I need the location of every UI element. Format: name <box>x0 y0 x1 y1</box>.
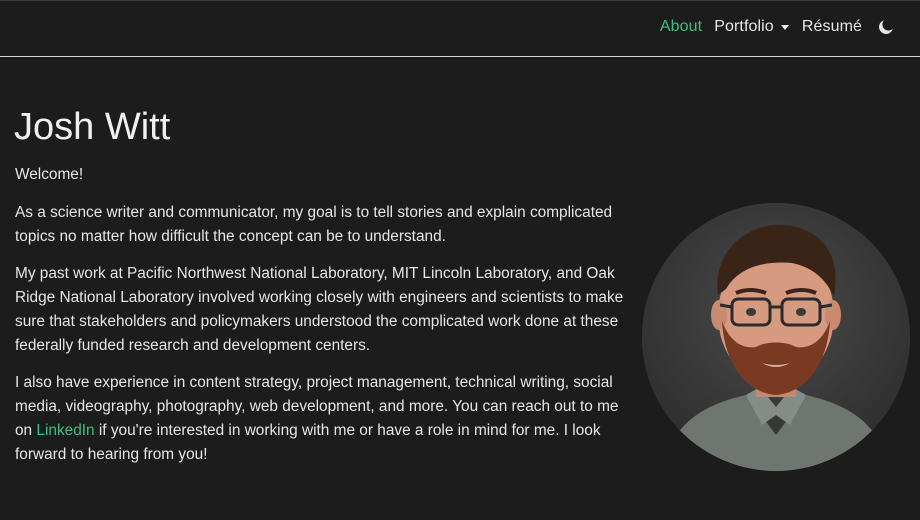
nav-portfolio-label: Portfolio <box>714 18 774 35</box>
nav-about-link[interactable]: About <box>660 18 702 36</box>
para3-text-after: if you're interested in working with me … <box>15 422 601 463</box>
nav-portfolio-dropdown[interactable]: Portfolio <box>714 18 789 36</box>
intro-paragraph-2: My past work at Pacific Northwest Nation… <box>15 265 624 354</box>
intro-content: Welcome! As a science writer and communi… <box>15 163 627 480</box>
nav-resume-link[interactable]: Résumé <box>802 18 862 36</box>
intro-paragraph-3: I also have experience in content strate… <box>15 371 627 467</box>
caret-down-icon <box>780 24 789 30</box>
welcome-text: Welcome! <box>15 166 84 183</box>
moon-icon[interactable] <box>878 19 894 35</box>
page-title: Josh Witt <box>14 106 171 148</box>
linkedin-link[interactable]: LinkedIn <box>36 422 94 439</box>
top-navbar: About Portfolio Résumé <box>0 0 920 57</box>
intro-paragraph-1: As a science writer and communicator, my… <box>15 204 613 245</box>
profile-photo <box>642 203 910 471</box>
nav-menu: About Portfolio Résumé <box>660 18 894 36</box>
profile-portrait-image <box>642 203 910 471</box>
